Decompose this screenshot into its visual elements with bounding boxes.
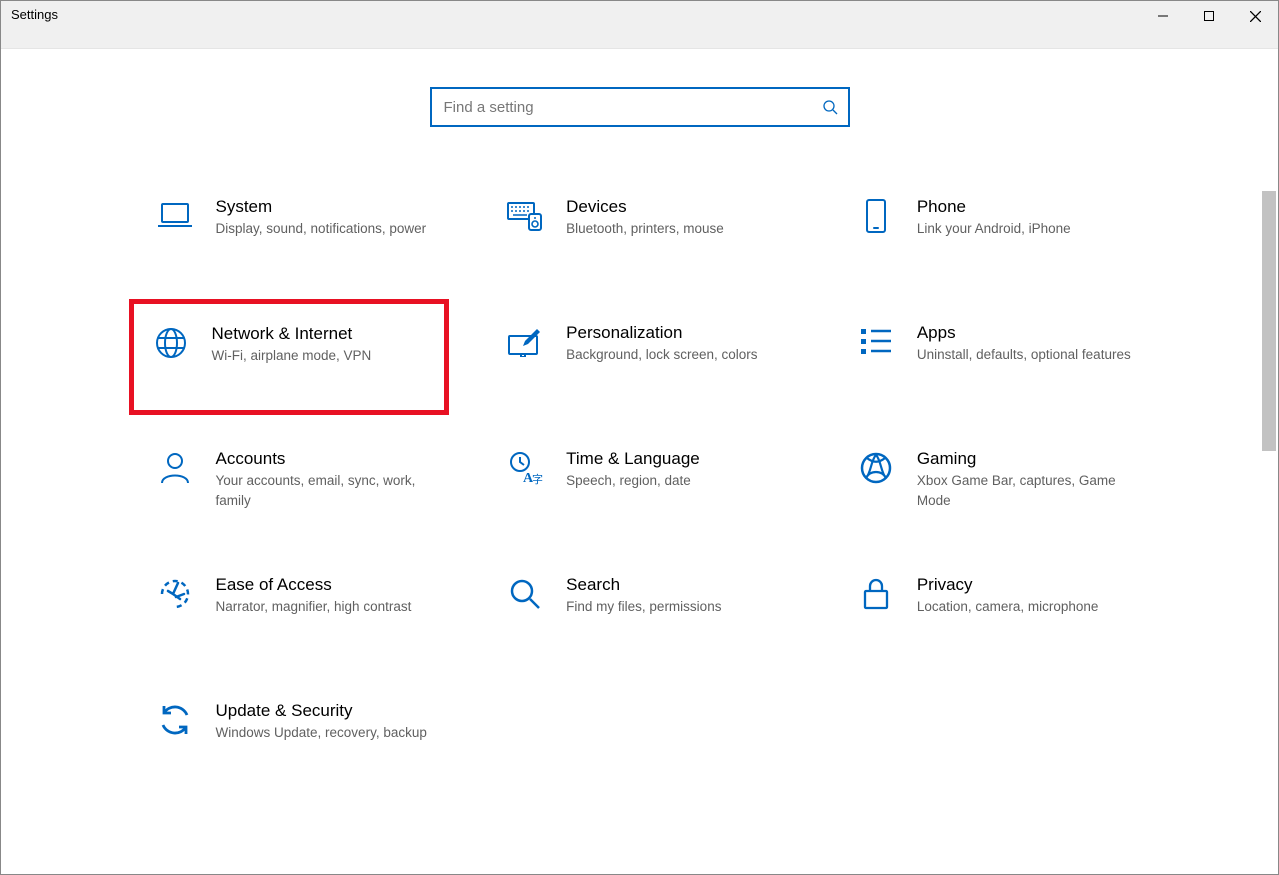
category-desc: Bluetooth, printers, mouse	[566, 219, 724, 239]
category-ease-of-access[interactable]: Ease of Access Narrator, magnifier, high…	[134, 567, 445, 647]
category-title: Apps	[917, 323, 1131, 343]
category-personalization[interactable]: Personalization Background, lock screen,…	[484, 315, 795, 395]
category-desc: Display, sound, notifications, power	[216, 219, 427, 239]
clock-language-icon: A字	[506, 449, 544, 487]
category-title: Accounts	[216, 449, 436, 469]
titlebar: Settings	[1, 1, 1278, 49]
category-desc: Background, lock screen, colors	[566, 345, 757, 365]
category-title: Time & Language	[566, 449, 700, 469]
category-title: Privacy	[917, 575, 1099, 595]
category-update-security[interactable]: Update & Security Windows Update, recove…	[134, 693, 445, 773]
maximize-button[interactable]	[1186, 1, 1232, 31]
person-icon	[156, 449, 194, 487]
minimize-icon	[1158, 11, 1168, 21]
search-input[interactable]	[442, 98, 822, 117]
laptop-icon	[156, 197, 194, 235]
category-privacy[interactable]: Privacy Location, camera, microphone	[835, 567, 1146, 647]
category-accounts[interactable]: Accounts Your accounts, email, sync, wor…	[134, 441, 445, 521]
category-devices[interactable]: Devices Bluetooth, printers, mouse	[484, 189, 795, 269]
settings-window: Settings	[0, 0, 1279, 875]
close-icon	[1250, 11, 1261, 22]
category-desc: Uninstall, defaults, optional features	[917, 345, 1131, 365]
category-title: Phone	[917, 197, 1071, 217]
content-area: System Display, sound, notifications, po…	[1, 49, 1278, 773]
lock-icon	[857, 575, 895, 613]
category-desc: Link your Android, iPhone	[917, 219, 1071, 239]
category-title: Search	[566, 575, 721, 595]
category-title: System	[216, 197, 427, 217]
categories-grid: System Display, sound, notifications, po…	[134, 189, 1146, 773]
minimize-button[interactable]	[1140, 1, 1186, 31]
category-apps[interactable]: Apps Uninstall, defaults, optional featu…	[835, 315, 1146, 395]
xbox-icon	[857, 449, 895, 487]
globe-icon	[152, 324, 190, 362]
category-title: Gaming	[917, 449, 1137, 469]
category-title: Ease of Access	[216, 575, 412, 595]
category-desc: Narrator, magnifier, high contrast	[216, 597, 412, 617]
sync-icon	[156, 701, 194, 739]
scrollbar[interactable]	[1262, 61, 1276, 866]
keyboard-speaker-icon	[506, 197, 544, 235]
category-desc: Windows Update, recovery, backup	[216, 723, 427, 743]
category-gaming[interactable]: Gaming Xbox Game Bar, captures, Game Mod…	[835, 441, 1146, 521]
search-icon	[822, 99, 838, 115]
category-desc: Find my files, permissions	[566, 597, 721, 617]
category-desc: Xbox Game Bar, captures, Game Mode	[917, 471, 1137, 510]
ease-of-access-icon	[156, 575, 194, 613]
category-system[interactable]: System Display, sound, notifications, po…	[134, 189, 445, 269]
category-network[interactable]: Network & Internet Wi-Fi, airplane mode,…	[129, 299, 450, 415]
category-phone[interactable]: Phone Link your Android, iPhone	[835, 189, 1146, 269]
category-desc: Wi-Fi, airplane mode, VPN	[212, 346, 372, 366]
category-search[interactable]: Search Find my files, permissions	[484, 567, 795, 647]
list-icon	[857, 323, 895, 361]
search-box[interactable]	[430, 87, 850, 127]
magnifier-icon	[506, 575, 544, 613]
phone-icon	[857, 197, 895, 235]
scrollbar-thumb[interactable]	[1262, 191, 1276, 451]
close-button[interactable]	[1232, 1, 1278, 31]
window-title: Settings	[1, 1, 68, 28]
category-title: Devices	[566, 197, 724, 217]
category-title: Update & Security	[216, 701, 427, 721]
pen-monitor-icon	[506, 323, 544, 361]
maximize-icon	[1204, 11, 1214, 21]
window-controls	[1140, 1, 1278, 31]
category-desc: Speech, region, date	[566, 471, 700, 491]
category-time-language[interactable]: A字 Time & Language Speech, region, date	[484, 441, 795, 521]
category-title: Personalization	[566, 323, 757, 343]
category-desc: Location, camera, microphone	[917, 597, 1099, 617]
category-desc: Your accounts, email, sync, work, family	[216, 471, 436, 510]
category-title: Network & Internet	[212, 324, 372, 344]
svg-text:字: 字	[532, 472, 543, 485]
